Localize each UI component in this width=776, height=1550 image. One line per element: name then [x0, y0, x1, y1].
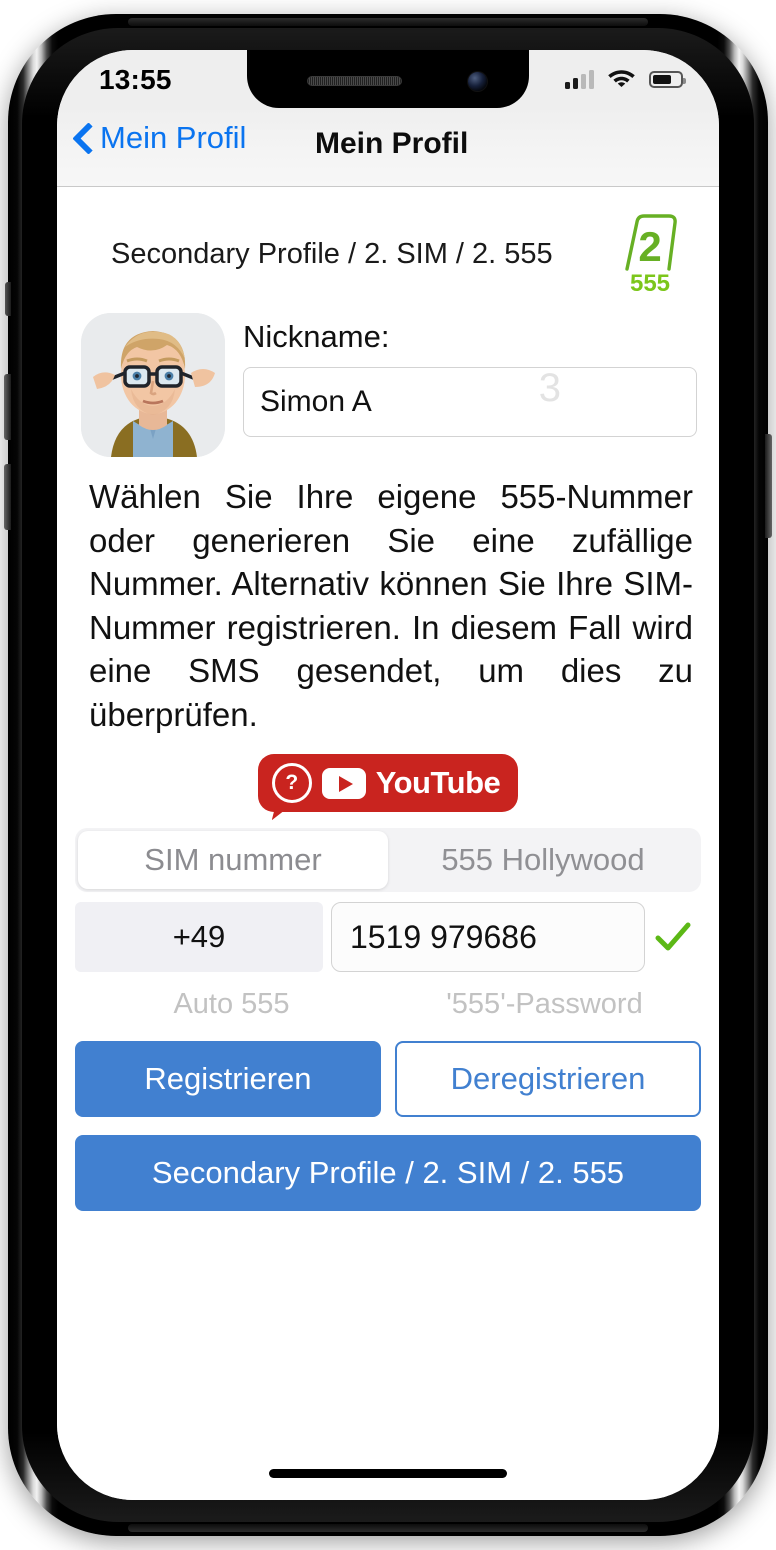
- back-button[interactable]: Mein Profil: [73, 120, 246, 154]
- silent-switch-button[interactable]: [5, 282, 11, 316]
- navigation-bar: Mein Profil Mein Profil: [57, 110, 719, 187]
- nickname-input[interactable]: Simon A 3: [243, 366, 697, 437]
- main-content: Secondary Profile / 2. SIM / 2. 555 2 55…: [57, 187, 719, 1500]
- country-code-field[interactable]: +49: [75, 902, 323, 973]
- segment-sim-nummer[interactable]: SIM nummer: [78, 831, 388, 890]
- volume-down-button[interactable]: [4, 464, 11, 530]
- youtube-help-badge[interactable]: ? YouTube: [257, 754, 519, 813]
- youtube-label: YouTube: [375, 765, 501, 801]
- question-mark-bubble-icon: ?: [271, 763, 312, 804]
- page-title: Mein Profil: [315, 127, 469, 160]
- wifi-icon: [607, 66, 636, 92]
- status-bar-time: 13:55: [99, 64, 172, 95]
- sub-labels-row: Auto 555 '555'-Password: [75, 988, 701, 1021]
- nickname-column: Nickname: Simon A 3: [243, 313, 697, 437]
- svg-text:555: 555: [630, 270, 670, 295]
- chevron-left-icon: [73, 120, 93, 154]
- front-camera-icon: [468, 72, 487, 91]
- nickname-row: Nickname: Simon A 3: [67, 295, 709, 457]
- nickname-watermark: 3: [538, 366, 561, 410]
- back-button-label: Mein Profil: [100, 119, 247, 155]
- description-text: Wählen Sie Ihre eigene 555-Nummer oder g…: [89, 478, 693, 733]
- register-button[interactable]: Registrieren: [75, 1041, 381, 1118]
- status-bar-indicators: [565, 66, 686, 92]
- battery-icon: [649, 70, 686, 88]
- number-mode-segmented-control: SIM nummer 555 Hollywood: [75, 828, 701, 893]
- secondary-profile-button[interactable]: Secondary Profile / 2. SIM / 2. 555: [75, 1135, 701, 1212]
- earpiece-speaker-icon: [307, 76, 402, 86]
- profile-header-title: Secondary Profile / 2. SIM / 2. 555: [111, 237, 553, 270]
- user-avatar-photo: [81, 313, 225, 457]
- sim-card-2-555-logo: 2 555: [613, 213, 687, 297]
- device-notch: [247, 50, 529, 108]
- home-indicator-bar[interactable]: [269, 1469, 507, 1478]
- register-buttons-row: Registrieren Deregistrieren: [75, 1041, 701, 1118]
- phone-number-input[interactable]: 1519 979686: [331, 902, 645, 973]
- nickname-input-value: Simon A: [260, 385, 372, 418]
- segment-555-hollywood[interactable]: 555 Hollywood: [388, 831, 698, 889]
- 555-password-label[interactable]: '555'-Password: [388, 988, 701, 1021]
- youtube-help-row: ? YouTube: [67, 754, 709, 813]
- antenna-band-top: [128, 18, 648, 26]
- profile-header-row: Secondary Profile / 2. SIM / 2. 555 2 55…: [67, 187, 709, 297]
- svg-text:2: 2: [638, 223, 661, 270]
- phone-screen: 13:55 Mein Profil Mein Profil Secondary …: [57, 50, 719, 1500]
- deregister-button[interactable]: Deregistrieren: [394, 1041, 701, 1118]
- antenna-band-bottom: [128, 1524, 648, 1532]
- phone-device-frame: 13:55 Mein Profil Mein Profil Secondary …: [4, 14, 772, 1536]
- volume-up-button[interactable]: [4, 374, 11, 440]
- youtube-play-icon: [321, 767, 366, 799]
- green-check-icon: [645, 920, 701, 954]
- phone-number-row: +49 1519 979686: [75, 902, 701, 973]
- power-button[interactable]: [765, 434, 772, 538]
- cellular-signal-icon: [565, 69, 594, 89]
- nickname-label: Nickname:: [243, 319, 390, 354]
- auto-555-label[interactable]: Auto 555: [75, 988, 388, 1021]
